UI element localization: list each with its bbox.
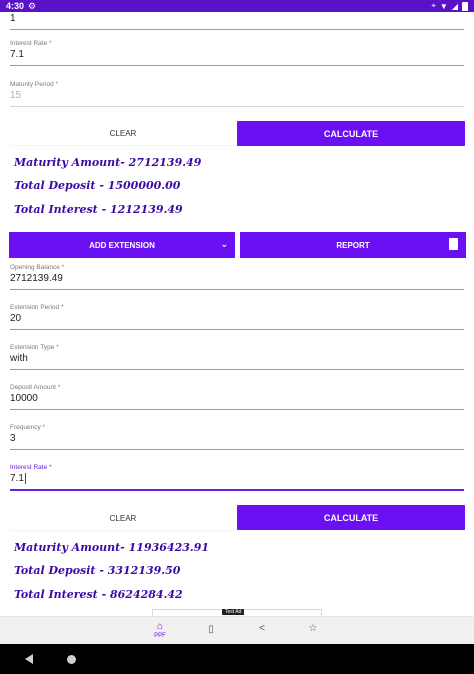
extension-maturity-amount-text: Maturity Amount- 11936423.91 xyxy=(14,541,210,554)
report-button[interactable]: REPORT xyxy=(240,232,466,258)
status-icons: ⌖ ▼ ◢ xyxy=(431,1,468,11)
deposit-amount-value: 10000 xyxy=(10,393,38,404)
opening-balance-label: Opening Balance * xyxy=(10,264,65,271)
opening-balance-field[interactable]: Opening Balance * 2712139.49 xyxy=(10,263,464,290)
nav-rate[interactable]: ☆ xyxy=(293,623,333,634)
extension-calculate-button[interactable]: CALCULATE xyxy=(237,505,465,530)
extension-interest-rate-field[interactable]: Interest Rate * 7.1 xyxy=(10,463,464,491)
home-icon: ⌂ xyxy=(156,621,164,632)
nav-share[interactable]: < xyxy=(242,623,282,634)
location-icon: ⌖ xyxy=(431,1,436,10)
frequency-value: 3 xyxy=(10,433,16,444)
extension-clear-button[interactable]: CLEAR xyxy=(10,506,236,530)
nav-book[interactable]: ▯ xyxy=(191,624,231,635)
extension-type-field[interactable]: Extension Type * with xyxy=(10,343,464,370)
frequency-field[interactable]: Frequency * 3 xyxy=(10,423,464,450)
home-circle-icon[interactable] xyxy=(67,655,76,664)
deposit-value: 1 xyxy=(10,13,16,24)
extension-type-value: with xyxy=(10,353,28,364)
extension-interest-rate-label: Interest Rate * xyxy=(10,464,52,471)
wifi-icon: ▼ xyxy=(439,1,448,11)
extension-total-deposit-text: Total Deposit - 3312139.50 xyxy=(14,564,181,577)
status-bar: 4:30 ⚙ ⌖ ▼ ◢ xyxy=(0,0,474,12)
text-cursor xyxy=(24,472,26,484)
clear-button[interactable]: CLEAR xyxy=(10,121,236,145)
deposit-field[interactable]: 1 xyxy=(10,12,464,30)
maturity-period-value: 15 xyxy=(10,90,22,101)
maturity-period-field: Maturity Period * 15 xyxy=(10,80,464,107)
battery-icon xyxy=(462,1,468,11)
star-icon: ☆ xyxy=(308,623,318,634)
total-interest-text: Total Interest - 1212139.49 xyxy=(14,203,183,216)
extension-period-value: 20 xyxy=(10,313,22,324)
ad-tag: Test Ad xyxy=(222,609,245,615)
extension-period-label: Extension Period * xyxy=(10,304,64,311)
system-navigation-bar xyxy=(0,644,474,674)
extension-type-label: Extension Type * xyxy=(10,344,59,351)
report-label: REPORT xyxy=(336,240,370,250)
extension-interest-rate-input[interactable]: 7.1 xyxy=(10,472,464,486)
extension-period-field[interactable]: Extension Period * 20 xyxy=(10,303,464,330)
maturity-amount-text: Maturity Amount- 2712139.49 xyxy=(14,156,202,169)
total-deposit-text: Total Deposit - 1500000.00 xyxy=(14,179,181,192)
frequency-label: Frequency * xyxy=(10,424,46,431)
nav-ppf-label: PPF xyxy=(154,633,166,639)
calculate-button[interactable]: CALCULATE xyxy=(237,121,465,146)
back-icon[interactable] xyxy=(25,654,33,664)
extension-interest-rate-value: 7.1 xyxy=(10,473,24,484)
nav-ppf[interactable]: ⌂ PPF xyxy=(140,621,180,639)
chevron-down-icon: ⌄ xyxy=(220,239,228,249)
deposit-amount-label: Deposit Amount * xyxy=(10,384,61,391)
interest-rate-field[interactable]: Interest Rate * 7.1 xyxy=(10,39,464,66)
interest-rate-value: 7.1 xyxy=(10,49,24,60)
document-icon xyxy=(449,238,458,250)
interest-rate-label: Interest Rate * xyxy=(10,40,52,47)
share-icon: < xyxy=(259,623,265,634)
opening-balance-value: 2712139.49 xyxy=(10,273,63,284)
add-extension-button[interactable]: ADD EXTENSION ⌄ xyxy=(9,232,235,258)
signal-icon: ◢ xyxy=(451,1,458,11)
deposit-amount-field[interactable]: Deposit Amount * 10000 xyxy=(10,383,464,410)
settings-gear-icon: ⚙ xyxy=(28,0,37,11)
status-time: 4:30 xyxy=(6,1,25,11)
maturity-period-label: Maturity Period * xyxy=(10,81,59,88)
extension-total-interest-text: Total Interest - 8624284.42 xyxy=(14,588,183,601)
book-icon: ▯ xyxy=(208,624,214,635)
bottom-navigation: ⌂ PPF ▯ < ☆ xyxy=(0,616,474,644)
add-extension-label: ADD EXTENSION xyxy=(89,240,155,250)
